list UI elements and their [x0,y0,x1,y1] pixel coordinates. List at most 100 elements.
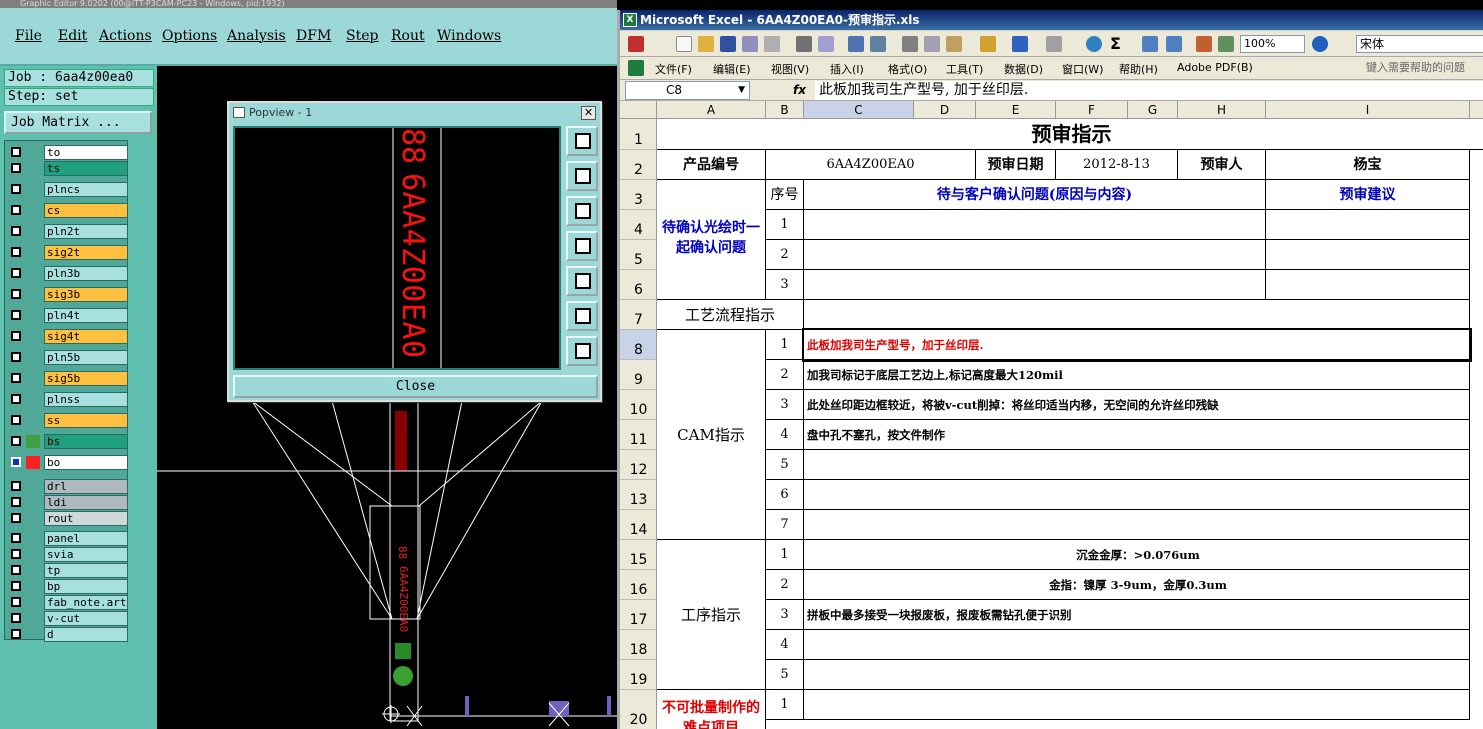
layer-row[interactable]: d [8,627,128,642]
layer-row[interactable]: bp [8,579,128,594]
paste-icon[interactable] [946,36,962,52]
layer-name[interactable]: tp [44,563,128,578]
help-icon[interactable] [1312,36,1328,52]
column-header-c[interactable]: C [804,101,914,119]
layer-checkbox[interactable] [11,352,21,362]
row-header[interactable]: 14 [620,510,657,540]
permission-icon[interactable] [742,36,758,52]
row-header[interactable]: 13 [620,480,657,510]
layer-row[interactable]: sig2t [8,245,128,260]
cam-label[interactable]: CAM指示 [657,330,766,540]
layer-checkbox[interactable] [11,533,21,543]
process-text[interactable]: 金指：镍厚 3-9um，金厚0.3um [804,570,1470,600]
layer-row[interactable]: ts [8,161,128,176]
autosum-icon[interactable]: Σ [1110,36,1126,52]
column-header-next[interactable] [1470,101,1483,119]
layer-row[interactable]: v-cut [8,611,128,626]
confirm-seq-1[interactable]: 1 [766,210,804,240]
menu-insert[interactable]: 插入(I) [830,61,864,77]
process-text[interactable] [804,660,1470,690]
layer-checkbox[interactable] [11,415,21,425]
cam-seq[interactable]: 6 [766,480,804,510]
layer-name[interactable]: ts [44,161,128,176]
layer-checkbox[interactable] [11,289,21,299]
menu-options[interactable]: Options [162,28,217,44]
menu-edit[interactable]: Edit [58,28,87,44]
drawing-icon[interactable] [1218,36,1234,52]
reviewer-value[interactable]: 杨宝 [1266,150,1470,180]
layer-row[interactable]: sig4t [8,329,128,344]
save-icon[interactable] [720,36,736,52]
layer-name[interactable]: panel [44,531,128,546]
layer-row[interactable]: sig3b [8,287,128,302]
cam-seq[interactable]: 3 [766,390,804,420]
menu-windows[interactable]: Windows [437,28,501,44]
zoom-dropdown[interactable]: 100% [1240,35,1305,53]
row-header[interactable]: 6 [620,270,657,300]
layer-name[interactable]: pln2t [44,224,128,239]
layer-name[interactable]: v-cut [44,611,128,626]
layer-checkbox[interactable] [11,565,21,575]
cam-seq[interactable]: 5 [766,450,804,480]
layer-name[interactable]: pln4t [44,308,128,323]
layer-checkbox[interactable] [11,629,21,639]
layer-row[interactable]: svia [8,547,128,562]
layer-name[interactable]: drl [44,479,128,494]
layer-checkbox[interactable] [11,613,21,623]
popview-close-icon[interactable]: ✕ [581,106,596,120]
row-header[interactable]: 15 [620,540,657,570]
process-text[interactable]: 拼板中最多接受一块报废板，报废板需钻孔便于识别 [804,600,1470,630]
difficult-text-1[interactable] [804,690,1470,720]
process-seq[interactable]: 1 [766,540,804,570]
layer-checkbox[interactable] [11,373,21,383]
layer-checkbox[interactable] [11,310,21,320]
layer-color-swatch[interactable] [26,456,40,469]
layer-row[interactable]: pln5b [8,350,128,365]
pdf-icon[interactable] [628,36,644,52]
row-header[interactable]: 10 [620,390,657,420]
sort-ascending-icon[interactable] [1142,36,1158,52]
layer-checkbox[interactable] [11,268,21,278]
chart-wizard-icon[interactable] [1196,36,1212,52]
process-flow-value[interactable] [804,300,1470,330]
menu-help[interactable]: 帮助(H) [1119,61,1158,77]
excel-titlebar[interactable]: X Microsoft Excel - 6AA4Z00EA0-预审指示.xls [620,10,1483,30]
layer-name[interactable]: fab_note.art [44,595,128,610]
layer-name[interactable]: sig4t [44,329,128,344]
menu-view[interactable]: 视图(V) [771,61,809,77]
open-folder-icon[interactable] [698,36,714,52]
layer-name[interactable]: bs [44,434,128,449]
spelling-icon[interactable] [848,36,864,52]
formula-input[interactable]: 此板加我司生产型号, 加于丝印层. [815,81,1483,100]
undo-icon[interactable] [1012,36,1028,52]
layer-row[interactable]: cs [8,203,128,218]
font-name-dropdown[interactable]: 宋体 [1356,35,1483,53]
layer-checkbox[interactable] [11,597,21,607]
layer-name[interactable]: ss [44,413,128,428]
email-icon[interactable] [764,36,780,52]
zoom-fit-icon[interactable] [566,126,598,156]
cam-text[interactable]: 此处丝印距边框较近，将被v-cut削掉：将丝印适当内移，无空间的允许丝印残缺 [804,390,1470,420]
redo-icon[interactable] [1046,36,1062,52]
process-seq[interactable]: 3 [766,600,804,630]
layer-checkbox[interactable] [11,549,21,559]
reviewer-label[interactable]: 预审人 [1178,150,1266,180]
layer-checkbox[interactable] [11,436,21,446]
row-header[interactable]: 18 [620,630,657,660]
zoom-out-icon[interactable] [566,336,598,366]
layer-row[interactable]: pln3b [8,266,128,281]
issue-header[interactable]: 待与客户确认问题(原因与内容) [804,180,1266,210]
layer-checkbox[interactable] [11,513,21,523]
layer-name[interactable]: sig3b [44,287,128,302]
column-header-a[interactable]: A [657,101,766,119]
layer-checkbox[interactable] [11,205,21,215]
help-search-input[interactable]: 键入需要帮助的问题 [1366,59,1483,77]
row-header[interactable]: 8 [620,330,657,360]
layer-row[interactable]: ldi [8,495,128,510]
format-painter-icon[interactable] [980,36,996,52]
row-header[interactable]: 19 [620,660,657,690]
layer-name[interactable]: bo [44,455,128,470]
row-header[interactable]: 7 [620,300,657,330]
popview-titlebar[interactable]: Popview - 1 [229,103,600,123]
layer-checkbox[interactable] [11,457,21,467]
